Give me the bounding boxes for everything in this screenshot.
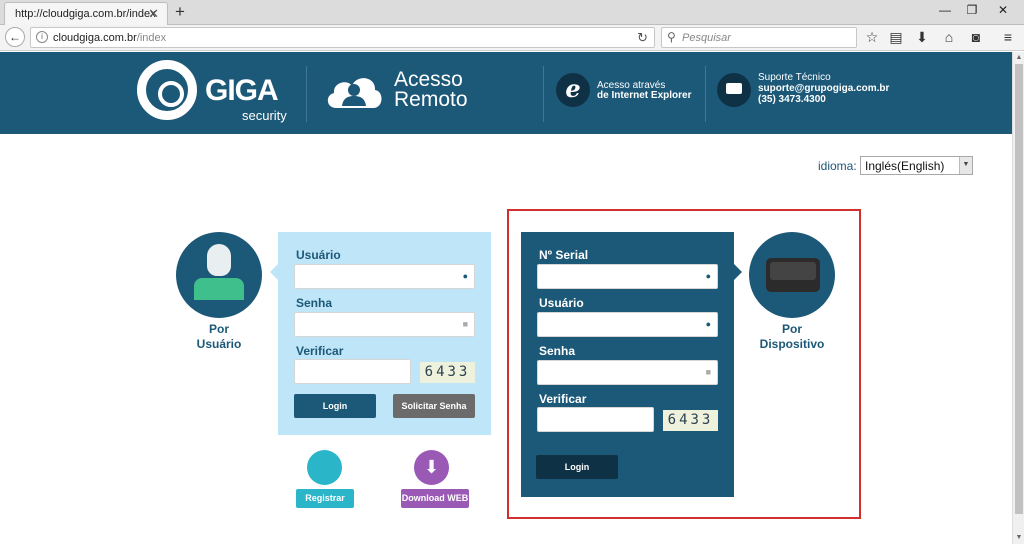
close-window-icon[interactable]: ✕ (993, 3, 1013, 17)
navigation-bar: ← i cloudgiga.com.br/index ↻ ⚲ Pesquisar… (0, 25, 1024, 51)
verify-label: Verificar (296, 344, 344, 358)
header-title-line2: Remoto (394, 88, 468, 111)
person-icon: ● (705, 319, 711, 329)
tab-title: http://cloudgiga.com.br/index (15, 8, 156, 20)
user-login-caption: Por Usuário (176, 322, 262, 352)
support-title: Suporte Técnico (758, 72, 831, 83)
password-label: Senha (296, 296, 333, 310)
panel-pointer (270, 264, 278, 280)
menu-icon[interactable]: ≡ (999, 29, 1017, 45)
tab-bar: http://cloudgiga.com.br/index ✕ + — ❐ ✕ (0, 0, 1024, 25)
header-divider (543, 66, 544, 122)
request-password-button[interactable]: Solicitar Senha (393, 394, 475, 418)
serial-field[interactable]: ● (537, 264, 718, 289)
device-user-field[interactable]: ● (537, 312, 718, 337)
person-icon: ● (705, 271, 711, 281)
login-button[interactable]: Login (294, 394, 376, 418)
header-title: Acesso Remoto (394, 68, 468, 111)
home-icon[interactable]: ⌂ (940, 29, 958, 45)
search-input[interactable]: ⚲ Pesquisar (661, 27, 857, 48)
scroll-up-icon[interactable]: ▲ (1013, 52, 1024, 64)
url-bar[interactable]: i cloudgiga.com.br/index ↻ (30, 27, 655, 48)
register-button[interactable]: Registrar (296, 489, 354, 508)
user-login-panel: Usuário ● Senha ■ Verificar 6433 Login S… (278, 232, 491, 435)
caption-line2: Dispositivo (759, 337, 825, 351)
scroll-down-icon[interactable]: ▼ (1013, 532, 1024, 544)
chevron-down-icon[interactable]: ▼ (959, 157, 972, 174)
support-info: Suporte Técnico suporte@grupogiga.com.br… (758, 72, 889, 105)
url-path: /index (136, 32, 167, 44)
search-placeholder: Pesquisar (682, 32, 731, 44)
site-header: GIGA security Acesso Remoto e Acesso atr… (0, 52, 1012, 134)
caption-line1: Por (208, 322, 229, 336)
restore-icon[interactable]: ❐ (962, 3, 982, 17)
scroll-thumb[interactable] (1015, 64, 1023, 514)
reading-list-icon[interactable]: ▤ (887, 29, 905, 46)
url-host: cloudgiga.com.br (53, 32, 137, 44)
back-icon[interactable]: ← (5, 27, 25, 47)
device-user-label: Usuário (539, 296, 584, 310)
language-label: idioma: (818, 159, 857, 173)
user-label: Usuário (296, 248, 341, 262)
device-login-panel: Nº Serial ● Usuário ● Senha ■ Verificar … (521, 232, 734, 497)
device-password-label: Senha (539, 344, 576, 358)
header-title-line1: Acesso (394, 68, 463, 91)
download-icon[interactable]: ⬇ (913, 29, 931, 46)
device-verify-label: Verificar (539, 392, 587, 406)
verify-field[interactable] (294, 359, 411, 384)
caption-line2: Usuário (196, 337, 242, 351)
info-icon[interactable]: i (36, 31, 48, 43)
search-icon: ⚲ (667, 30, 676, 44)
bookmark-star-icon[interactable]: ☆ (863, 29, 881, 46)
ie-access-link[interactable]: Acesso através de Internet Explorer (597, 81, 691, 101)
brand-name: GIGA (205, 74, 279, 107)
reload-icon[interactable]: ↻ (637, 30, 648, 46)
ie-text-line2: de Internet Explorer (597, 90, 692, 101)
language-select[interactable]: Inglés(English) ▼ (860, 156, 973, 175)
device-login-button[interactable]: Login (536, 455, 618, 479)
user-avatar-icon (176, 232, 262, 318)
lock-icon: ■ (462, 319, 468, 329)
brand-subtitle: security (242, 108, 287, 123)
download-web-button[interactable]: Download WEB (401, 489, 469, 508)
caption-line1: Por (781, 322, 802, 336)
minimize-icon[interactable]: — (935, 3, 955, 17)
person-icon: ● (462, 271, 468, 281)
internet-explorer-icon[interactable]: e (556, 73, 590, 107)
chat-icon (717, 73, 751, 107)
device-login-caption: Por Dispositivo (749, 322, 835, 352)
giga-logo-icon (137, 60, 197, 120)
password-field[interactable]: ■ (294, 312, 475, 337)
captcha-image: 6433 (420, 362, 475, 383)
register-icon[interactable] (307, 450, 342, 485)
panel-pointer (734, 264, 742, 280)
scrollbar[interactable]: ▲ ▼ (1012, 52, 1024, 544)
support-phone: (35) 3473.4300 (758, 94, 826, 105)
serial-label: Nº Serial (539, 248, 589, 262)
dvr-icon (766, 258, 820, 292)
header-divider (306, 66, 307, 122)
device-verify-field[interactable] (537, 407, 654, 432)
close-tab-icon[interactable]: ✕ (148, 6, 159, 22)
header-divider (705, 66, 706, 122)
support-email[interactable]: suporte@grupogiga.com.br (758, 83, 889, 94)
new-tab-icon[interactable]: + (175, 2, 185, 22)
pocket-icon[interactable]: ◙ (967, 29, 985, 45)
browser-tab[interactable]: http://cloudgiga.com.br/index ✕ (4, 2, 168, 25)
page-content: GIGA security Acesso Remoto e Acesso atr… (0, 52, 1012, 544)
captcha-image: 6433 (663, 410, 718, 431)
download-arrow-icon[interactable]: ⬇ (414, 450, 449, 485)
language-selected: Inglés(English) (865, 159, 945, 173)
cloud-user-icon (327, 78, 382, 108)
device-password-field[interactable]: ■ (537, 360, 718, 385)
device-avatar-icon (749, 232, 835, 318)
user-field[interactable]: ● (294, 264, 475, 289)
lock-icon: ■ (705, 367, 711, 377)
